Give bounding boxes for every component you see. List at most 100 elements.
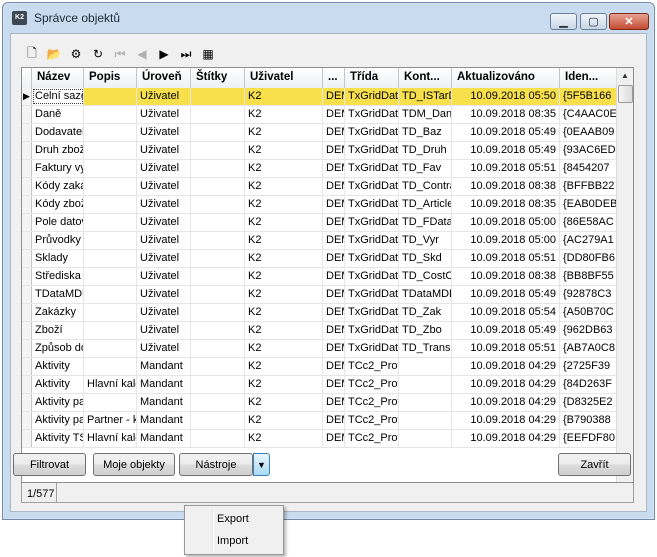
cell-class[interactable]: TxGridData: [345, 196, 399, 213]
cell-updated[interactable]: 10.09.2018 08:38: [452, 268, 560, 285]
cell-class[interactable]: TxGridData: [345, 340, 399, 357]
cell-description[interactable]: [84, 358, 137, 375]
cell-updated[interactable]: 10.09.2018 05:51: [452, 340, 560, 357]
cell-class[interactable]: TCc2_Prov: [345, 430, 399, 447]
excel-export-icon[interactable]: ▦: [197, 44, 219, 64]
tools-dropdown-button[interactable]: ▼: [253, 453, 270, 476]
cell-user[interactable]: K2: [245, 196, 323, 213]
cell-id[interactable]: {C4AAC0E: [560, 106, 618, 123]
cell-id[interactable]: {5F5B166: [560, 88, 618, 105]
cell-updated[interactable]: 10.09.2018 04:29: [452, 430, 560, 447]
cell-user[interactable]: K2: [245, 232, 323, 249]
cell-level[interactable]: Mandant: [137, 412, 191, 429]
table-row[interactable]: Aktivity pa Mandant K2DEMTCc2_Prov 10.09.20…: [22, 394, 619, 412]
cell-name[interactable]: Faktury vy: [32, 160, 84, 177]
table-row[interactable]: Způsob do Uživatel K2DEMTxGridDataTD_Trans…: [22, 340, 619, 358]
cell-updated[interactable]: 10.09.2018 04:29: [452, 376, 560, 393]
table-row[interactable]: Aktivity paPartner - kMandant K2DEMTCc2_P…: [22, 412, 619, 430]
close-button[interactable]: Zavřít: [558, 453, 631, 476]
cell-description[interactable]: [84, 106, 137, 123]
cell-level[interactable]: Uživatel: [137, 142, 191, 159]
cell-context[interactable]: TD_Vyr: [399, 232, 452, 249]
cell-user[interactable]: K2: [245, 394, 323, 411]
cell-user[interactable]: K2: [245, 322, 323, 339]
cell-class[interactable]: TxGridData: [345, 124, 399, 141]
cell-tags[interactable]: [191, 178, 245, 195]
cell-name[interactable]: Dodavatelé: [32, 124, 84, 141]
cell-context[interactable]: [399, 376, 452, 393]
cell-tags[interactable]: [191, 88, 245, 105]
new-icon[interactable]: 🗋: [21, 44, 43, 64]
scroll-thumb[interactable]: [618, 85, 633, 103]
cell-tags[interactable]: [191, 106, 245, 123]
cell-context[interactable]: TD_FDataM: [399, 214, 452, 231]
cell-level[interactable]: Uživatel: [137, 268, 191, 285]
cell-description[interactable]: [84, 214, 137, 231]
cell-level[interactable]: Uživatel: [137, 286, 191, 303]
cell-more[interactable]: DEM: [323, 160, 345, 177]
cell-level[interactable]: Uživatel: [137, 160, 191, 177]
cell-more[interactable]: DEM: [323, 214, 345, 231]
table-row[interactable]: Kódy zboží Uživatel K2DEMTxGridDataTD_Arti…: [22, 196, 619, 214]
cell-class[interactable]: TCc2_Prov: [345, 394, 399, 411]
cell-name[interactable]: Zakázky: [32, 304, 84, 321]
cell-context[interactable]: TD_Fav: [399, 160, 452, 177]
cell-name[interactable]: Daně: [32, 106, 84, 123]
cell-updated[interactable]: 10.09.2018 05:49: [452, 286, 560, 303]
cell-context[interactable]: TD_ISTarD: [399, 88, 452, 105]
cell-class[interactable]: TxGridData: [345, 304, 399, 321]
cell-name[interactable]: Způsob do: [32, 340, 84, 357]
cell-user[interactable]: K2: [245, 142, 323, 159]
column-header-user[interactable]: Uživatel: [245, 68, 323, 88]
table-row[interactable]: Zakázky Uživatel K2DEMTxGridDataTD_Zak10.0…: [22, 304, 619, 322]
table-row[interactable]: AktivityHlavní kaleMandant K2DEMTCc2_Prov…: [22, 376, 619, 394]
cell-id[interactable]: {A50B70C: [560, 304, 618, 321]
cell-more[interactable]: DEM: [323, 124, 345, 141]
cell-context[interactable]: TD_Contra: [399, 178, 452, 195]
cell-class[interactable]: TxGridData: [345, 178, 399, 195]
cell-name[interactable]: Sklady: [32, 250, 84, 267]
cell-user[interactable]: K2: [245, 250, 323, 267]
cell-tags[interactable]: [191, 232, 245, 249]
cell-context[interactable]: [399, 412, 452, 429]
table-row[interactable]: Zboží Uživatel K2DEMTxGridDataTD_Zbo10.09.…: [22, 322, 619, 340]
cell-user[interactable]: K2: [245, 160, 323, 177]
cell-more[interactable]: DEM: [323, 250, 345, 267]
cell-description[interactable]: [84, 232, 137, 249]
cell-more[interactable]: DEM: [323, 268, 345, 285]
cell-updated[interactable]: 10.09.2018 05:54: [452, 304, 560, 321]
cell-level[interactable]: Mandant: [137, 394, 191, 411]
cell-class[interactable]: TCc2_Prov: [345, 358, 399, 375]
cell-description[interactable]: Hlavní kale: [84, 376, 137, 393]
cell-description[interactable]: [84, 322, 137, 339]
cell-level[interactable]: Uživatel: [137, 340, 191, 357]
cell-name[interactable]: Průvodky: [32, 232, 84, 249]
cell-context[interactable]: TD_Zbo: [399, 322, 452, 339]
table-row[interactable]: Sklady Uživatel K2DEMTxGridDataTD_Skd10.09…: [22, 250, 619, 268]
cell-tags[interactable]: [191, 142, 245, 159]
cell-context[interactable]: TD_Article: [399, 196, 452, 213]
cell-tags[interactable]: [191, 376, 245, 393]
vertical-scrollbar[interactable]: ▲ ▼: [616, 68, 633, 482]
cell-user[interactable]: K2: [245, 268, 323, 285]
table-row[interactable]: ▶Celní sazeb Uživatel K2DEMTxGridDataTD_IS…: [22, 88, 619, 106]
cell-more[interactable]: DEM: [323, 88, 345, 105]
cell-user[interactable]: K2: [245, 106, 323, 123]
cell-context[interactable]: [399, 394, 452, 411]
column-header-name[interactable]: Název: [32, 68, 84, 88]
cell-more[interactable]: DEM: [323, 412, 345, 429]
cell-updated[interactable]: 10.09.2018 05:49: [452, 322, 560, 339]
cell-more[interactable]: DEM: [323, 196, 345, 213]
cell-updated[interactable]: 10.09.2018 08:35: [452, 196, 560, 213]
column-header-level[interactable]: Úroveň: [137, 68, 191, 88]
table-row[interactable]: Aktivity Mandant K2DEMTCc2_Prov 10.09.2018 …: [22, 358, 619, 376]
cell-updated[interactable]: 10.09.2018 04:29: [452, 412, 560, 429]
cell-tags[interactable]: [191, 286, 245, 303]
cell-user[interactable]: K2: [245, 304, 323, 321]
cell-more[interactable]: DEM: [323, 304, 345, 321]
cell-context[interactable]: TD_CostCe: [399, 268, 452, 285]
cell-user[interactable]: K2: [245, 358, 323, 375]
open-folder-icon[interactable]: 📂: [43, 44, 65, 64]
cell-description[interactable]: [84, 160, 137, 177]
cell-context[interactable]: TDM_Dane: [399, 106, 452, 123]
